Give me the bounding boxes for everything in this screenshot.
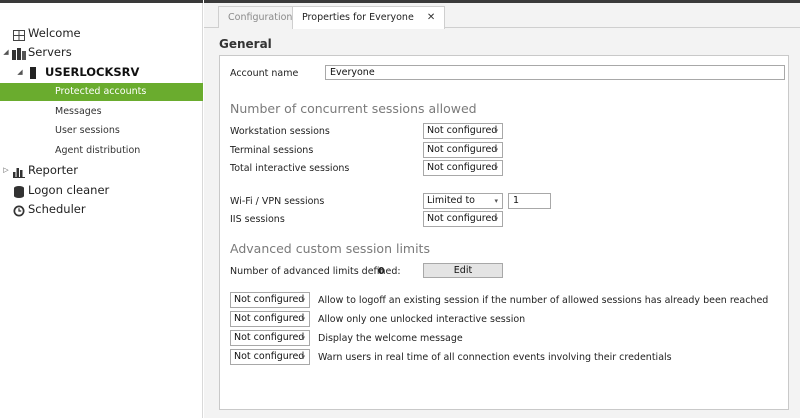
wifi-vpn-sessions-dropdown[interactable]: Limited to ▾ (423, 193, 503, 209)
tree-item-label: Logon cleaner (28, 183, 110, 197)
welcome-message-label: Display the welcome message (318, 333, 463, 344)
general-heading: General (219, 37, 272, 51)
welcome-message-dropdown[interactable]: Not configured ▾ (230, 330, 310, 346)
dropdown-value: Not configured (427, 162, 498, 173)
dropdown-value: Not configured (234, 313, 305, 324)
advanced-limits-heading: Advanced custom session limits (230, 241, 430, 256)
dropdown-value: Not configured (427, 125, 498, 136)
tab-bar: Configuration Properties for Everyone ✕ (204, 0, 800, 29)
tree-item-label: User sessions (55, 125, 120, 136)
advanced-limits-count: 0 (378, 266, 385, 277)
logoff-existing-session-label: Allow to logoff an existing session if t… (318, 295, 769, 306)
properties-panel: Account name Everyone Number of concurre… (219, 55, 789, 410)
collapsed-arrow-icon[interactable]: ▷ (2, 161, 10, 180)
tree-item-label: Servers (28, 45, 72, 59)
warn-users-dropdown[interactable]: Not configured ▾ (230, 349, 310, 365)
tree-item-label: Protected accounts (55, 86, 147, 97)
dropdown-value: Not configured (234, 332, 305, 343)
workstation-sessions-dropdown[interactable]: Not configured ▾ (423, 123, 503, 139)
main-area: Configuration Properties for Everyone ✕ … (204, 0, 800, 418)
chevron-down-icon: ▾ (494, 164, 498, 172)
tab-label: Configuration (228, 12, 293, 23)
wifi-vpn-sessions-label: Wi-Fi / VPN sessions (230, 196, 325, 207)
dropdown-value: Limited to (427, 195, 475, 206)
terminal-sessions-label: Terminal sessions (230, 145, 314, 156)
advanced-limits-count-label: Number of advanced limits defined: (230, 266, 401, 277)
one-unlocked-session-dropdown[interactable]: Not configured ▾ (230, 311, 310, 327)
clock-icon (13, 204, 25, 223)
bar-chart-icon (13, 165, 25, 184)
logoff-existing-session-dropdown[interactable]: Not configured ▾ (230, 292, 310, 308)
tree-item-label: Agent distribution (55, 145, 141, 156)
tree-item-label: Scheduler (28, 202, 86, 216)
account-name-field[interactable]: Everyone (325, 65, 785, 80)
chevron-down-icon: ▾ (301, 315, 305, 323)
tree-item-label: Welcome (28, 26, 81, 40)
dropdown-value: Not configured (427, 144, 498, 155)
wifi-vpn-limit-field[interactable]: 1 (508, 193, 551, 209)
edit-button[interactable]: Edit (423, 263, 503, 278)
chevron-down-icon: ▾ (301, 353, 305, 361)
iis-sessions-label: IIS sessions (230, 214, 285, 225)
chevron-down-icon: ▾ (494, 215, 498, 223)
database-icon (14, 185, 24, 204)
account-name-label: Account name (230, 68, 299, 79)
expanded-arrow-icon[interactable]: ◢ (2, 43, 10, 62)
server-name: USERLOCKSRV (45, 65, 140, 79)
close-icon[interactable]: ✕ (427, 12, 435, 23)
chevron-down-icon: ▾ (494, 197, 498, 205)
chevron-down-icon: ▾ (301, 296, 305, 304)
tab-configuration[interactable]: Configuration (218, 6, 303, 28)
iis-sessions-dropdown[interactable]: Not configured ▾ (423, 211, 503, 227)
workstation-sessions-label: Workstation sessions (230, 126, 330, 137)
expanded-arrow-icon[interactable]: ◢ (16, 63, 24, 82)
grid-icon (13, 28, 25, 47)
top-border (0, 0, 203, 3)
chevron-down-icon: ▾ (301, 334, 305, 342)
navigation-tree: Welcome ◢ Servers ◢ USERLOCKSRV Protecte… (0, 0, 203, 418)
tree-item-label: Reporter (28, 163, 78, 177)
warn-users-label: Warn users in real time of all connectio… (318, 352, 672, 363)
concurrent-sessions-heading: Number of concurrent sessions allowed (230, 101, 477, 116)
total-interactive-sessions-dropdown[interactable]: Not configured ▾ (423, 160, 503, 176)
terminal-sessions-dropdown[interactable]: Not configured ▾ (423, 142, 503, 158)
tab-label: Properties for Everyone (302, 12, 414, 23)
chevron-down-icon: ▾ (494, 127, 498, 135)
one-unlocked-session-label: Allow only one unlocked interactive sess… (318, 314, 526, 325)
dropdown-value: Not configured (234, 351, 305, 362)
dropdown-value: Not configured (234, 294, 305, 305)
total-interactive-sessions-label: Total interactive sessions (230, 163, 350, 174)
chevron-down-icon: ▾ (494, 146, 498, 154)
tree-item-label: Messages (55, 106, 102, 117)
tab-properties-for-everyone[interactable]: Properties for Everyone ✕ (292, 6, 446, 29)
dropdown-value: Not configured (427, 213, 498, 224)
tree-item-protected-accounts[interactable]: Protected accounts (0, 83, 203, 101)
